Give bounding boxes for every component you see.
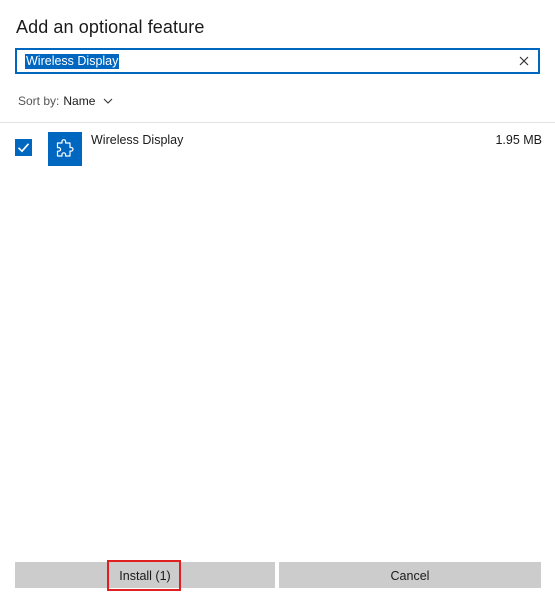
search-input[interactable]: Wireless Display — [15, 48, 540, 74]
add-optional-feature-dialog: Add an optional feature Wireless Display… — [0, 0, 555, 602]
sort-label: Sort by: — [18, 94, 60, 108]
install-button[interactable]: Install (1) — [15, 562, 275, 588]
feature-size: 1.95 MB — [495, 133, 542, 147]
sort-value: Name — [63, 94, 96, 108]
list-divider — [0, 122, 555, 123]
dialog-title: Add an optional feature — [16, 17, 205, 37]
sort-dropdown[interactable]: Sort by: Name — [18, 94, 113, 108]
cancel-button[interactable]: Cancel — [279, 562, 541, 588]
close-icon[interactable] — [516, 53, 532, 69]
search-input-value[interactable]: Wireless Display — [25, 54, 120, 69]
dialog-footer: Install (1) Cancel — [0, 541, 555, 602]
feature-tile — [48, 132, 82, 166]
feature-name: Wireless Display — [91, 133, 184, 147]
feature-checkbox[interactable] — [15, 139, 32, 156]
list-item[interactable]: Wireless Display 1.95 MB — [0, 124, 555, 170]
chevron-down-icon — [103, 98, 113, 104]
checkmark-icon — [17, 143, 30, 153]
puzzle-piece-icon — [56, 139, 74, 157]
